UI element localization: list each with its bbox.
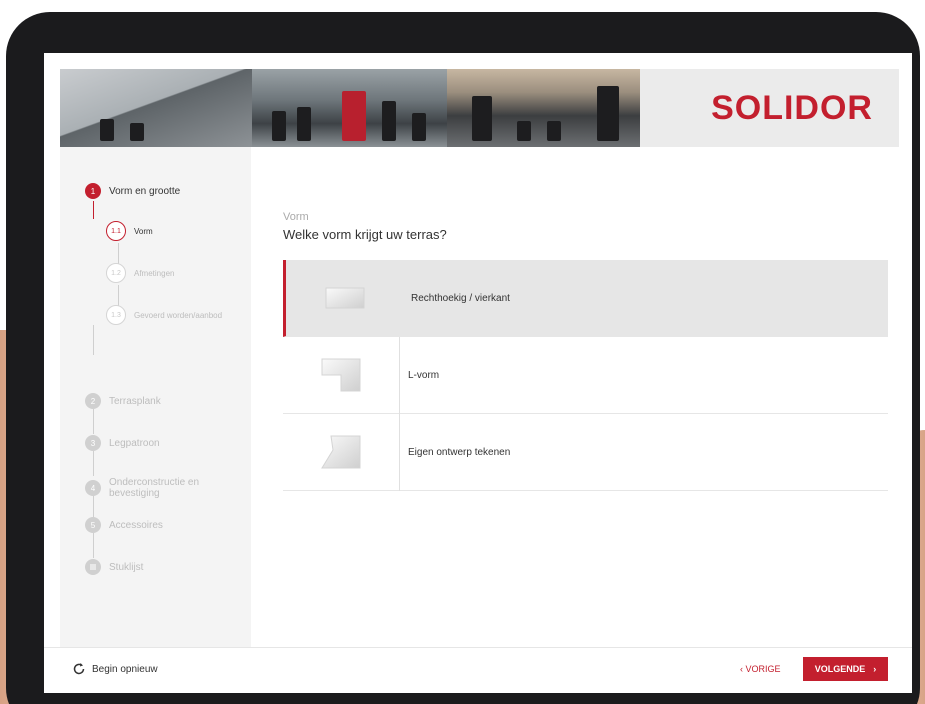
previous-button[interactable]: ‹ VORIGE <box>740 664 781 674</box>
step-3-legpatroon[interactable]: 3 Legpatroon <box>85 435 160 451</box>
banner-photo-tiles <box>60 69 252 147</box>
step-5-accessoires[interactable]: 5 Accessoires <box>85 517 163 533</box>
option-label: Rechthoekig / vierkant <box>411 292 510 304</box>
step-number: 5 <box>85 517 101 533</box>
substep-afmetingen[interactable]: 1.2 Afmetingen <box>106 263 174 283</box>
restart-button[interactable]: Begin opnieuw <box>72 662 158 676</box>
logo-area: SOLIDOR <box>640 69 899 147</box>
step-stuklijst[interactable]: Stuklijst <box>85 559 143 575</box>
main-content: Vorm Welke vorm krijgt uw terras? Rechth… <box>251 147 899 647</box>
substep-label: Gevoerd worden/aanbod <box>134 310 223 320</box>
tablet-frame: SOLIDOR 1 Vorm en grootte 1.1 Vorm 1.2 A… <box>6 12 920 704</box>
step-number: 4 <box>85 480 101 496</box>
header-banner: SOLIDOR <box>60 69 899 147</box>
substep-label: Vorm <box>134 226 153 236</box>
substep-number: 1.2 <box>106 263 126 283</box>
next-label: VOLGENDE <box>814 664 866 674</box>
banner-photo-pedestals <box>252 69 447 147</box>
substep-aanbod[interactable]: 1.3 Gevoerd worden/aanbod <box>106 305 222 325</box>
step-number: 1 <box>85 183 101 199</box>
substep-vorm[interactable]: 1.1 Vorm <box>106 221 153 241</box>
chevron-right-icon: › <box>873 664 877 674</box>
footer-bar: Begin opnieuw ‹ VORIGE VOLGENDE › <box>44 647 912 693</box>
option-icon-cell <box>283 336 400 414</box>
section-label: Vorm <box>283 211 309 223</box>
option-icon-cell <box>283 413 400 491</box>
substep-number: 1.3 <box>106 305 126 325</box>
step-label: Stuklijst <box>109 561 144 573</box>
solidor-logo[interactable]: SOLIDOR <box>711 89 873 128</box>
app-screen: SOLIDOR 1 Vorm en grootte 1.1 Vorm 1.2 A… <box>44 53 912 693</box>
step-1-vorm-en-grootte[interactable]: 1 Vorm en grootte <box>85 183 180 199</box>
option-label: L-vorm <box>408 369 440 381</box>
step-label: Terrasplank <box>109 395 161 407</box>
substep-number: 1.1 <box>106 221 126 241</box>
rectangle-shape-icon <box>325 287 364 309</box>
option-label: Eigen ontwerp tekenen <box>408 446 511 458</box>
previous-label: VORIGE <box>745 664 781 674</box>
step-number: 3 <box>85 435 101 451</box>
option-rechthoekig[interactable]: Rechthoekig / vierkant <box>283 260 888 337</box>
refresh-icon <box>73 663 85 675</box>
step-2-terrasplank[interactable]: 2 Terrasplank <box>85 393 161 409</box>
step-sidebar: 1 Vorm en grootte 1.1 Vorm 1.2 Afmetinge… <box>60 147 251 647</box>
restart-label: Begin opnieuw <box>92 663 158 675</box>
step-label: Legpatroon <box>109 437 160 449</box>
substep-label: Afmetingen <box>134 268 175 278</box>
step-label: Accessoires <box>109 519 163 531</box>
stage: SOLIDOR 1 Vorm en grootte 1.1 Vorm 1.2 A… <box>0 0 925 704</box>
list-icon <box>85 559 101 575</box>
question-title: Welke vorm krijgt uw terras? <box>283 227 447 242</box>
option-icon-cell <box>286 260 403 337</box>
step-label: Onderconstructie en bevestiging <box>109 477 200 499</box>
banner-photo-support <box>447 69 640 147</box>
option-l-vorm[interactable]: L-vorm <box>283 336 888 414</box>
chevron-left-icon: ‹ <box>740 664 743 674</box>
custom-shape-icon <box>321 435 361 469</box>
option-eigen-ontwerp[interactable]: Eigen ontwerp tekenen <box>283 413 888 491</box>
step-label: Vorm en grootte <box>109 185 181 197</box>
shape-options: Rechthoekig / vierkant L-vorm Eigen ontw… <box>283 260 888 491</box>
step-4-onderconstructie[interactable]: 4 Onderconstructie en bevestiging <box>85 477 251 499</box>
l-shape-icon <box>321 358 361 392</box>
step-number: 2 <box>85 393 101 409</box>
next-button[interactable]: VOLGENDE › <box>803 657 888 681</box>
